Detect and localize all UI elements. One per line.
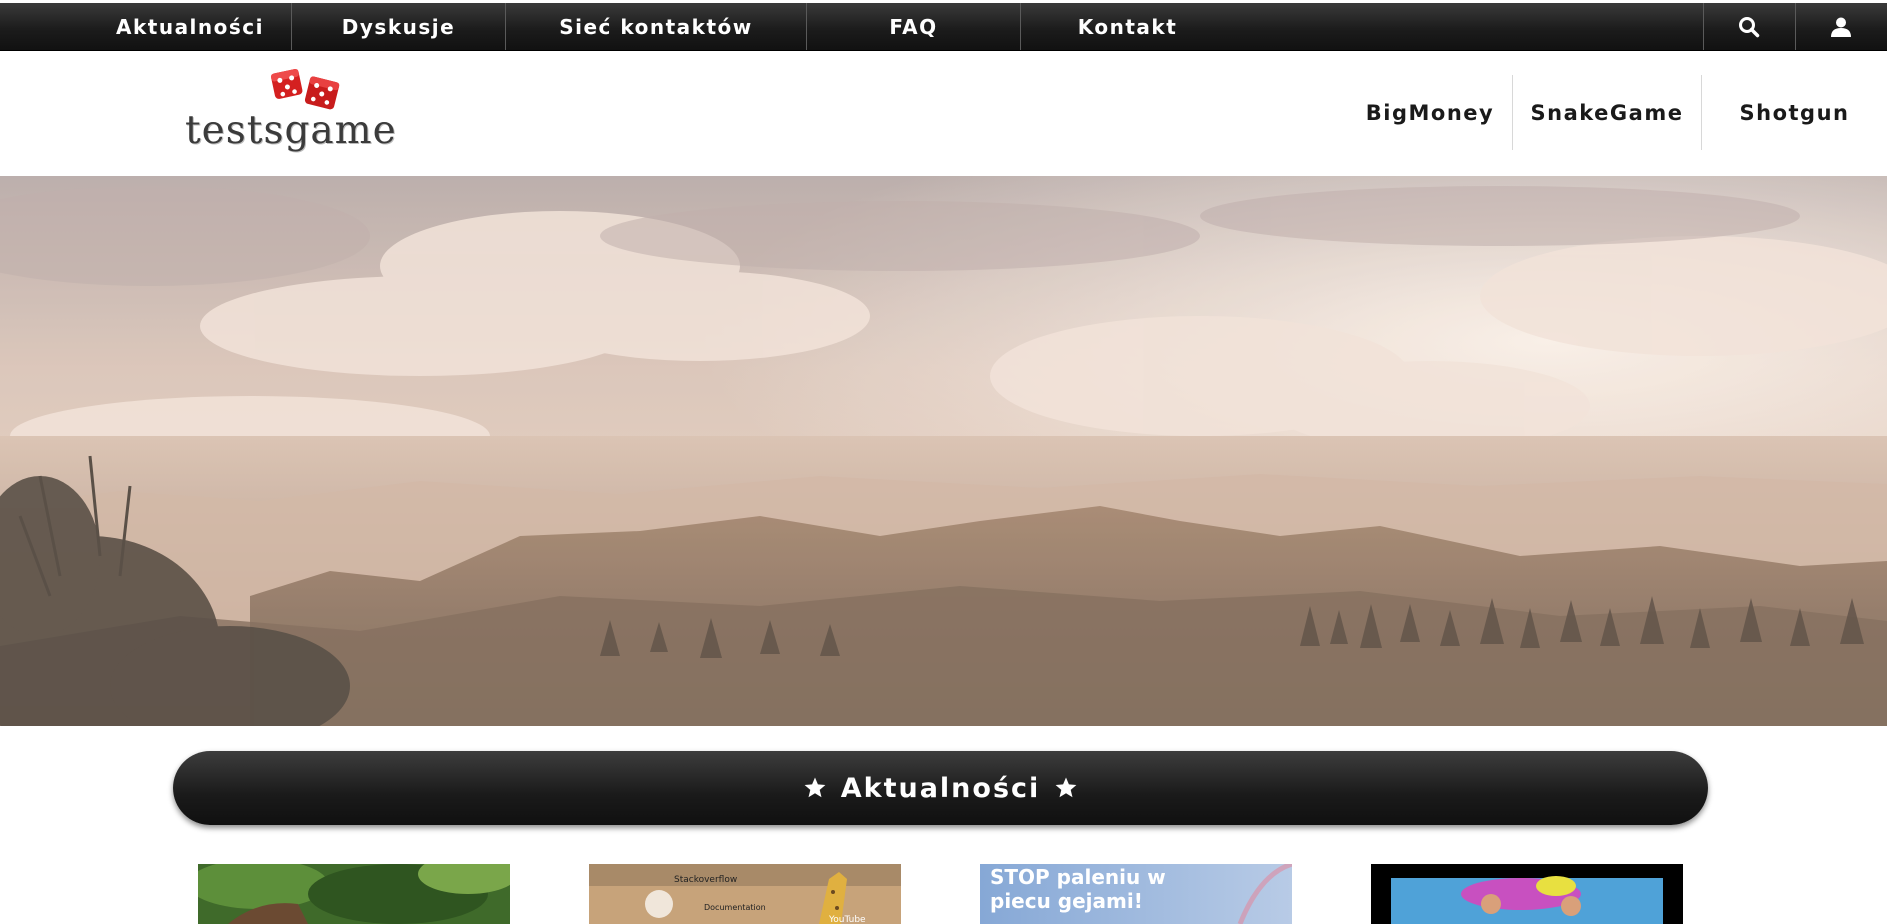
news-thumbnail-forest[interactable]	[198, 864, 510, 924]
stop-banner-line-2: piecu gejami!	[990, 889, 1143, 913]
user-button[interactable]	[1796, 3, 1886, 50]
search-icon	[1739, 16, 1760, 37]
news-thumbnail-stop-banner[interactable]: STOP paleniu w piecu gejami!	[980, 864, 1292, 924]
nav-item-faq[interactable]: FAQ	[807, 3, 1020, 50]
news-thumbnail-pool[interactable]	[1371, 864, 1683, 924]
star-icon	[804, 777, 826, 798]
news-thumbnail-cartoon[interactable]: Stackoverflow Documentation YouTube	[589, 864, 901, 924]
logo-text: testsgame	[185, 108, 397, 153]
hero-banner	[0, 176, 1887, 726]
top-nav-bar: Aktualności Dyskusje Sieć kontaktów FAQ …	[0, 3, 1887, 51]
user-icon	[1831, 17, 1851, 37]
cartoon-label: YouTube	[828, 915, 866, 924]
nav-item-aktualnosci[interactable]: Aktualności	[90, 3, 290, 50]
header-nav-bigmoney[interactable]: BigMoney	[1345, 75, 1515, 150]
dice-icon	[270, 68, 340, 110]
cartoon-label: Documentation	[704, 903, 766, 912]
header-nav-snakegame[interactable]: SnakeGame	[1513, 75, 1701, 150]
hero-landscape-image	[0, 176, 1887, 726]
search-button[interactable]	[1704, 3, 1794, 50]
nav-item-siec-kontaktow[interactable]: Sieć kontaktów	[506, 3, 806, 50]
cartoon-noahs-ark: Stackoverflow Documentation YouTube	[589, 864, 901, 924]
section-header-aktualnosci: Aktualności	[173, 751, 1708, 825]
site-logo[interactable]: testsgame	[185, 65, 425, 160]
star-icon	[1055, 777, 1077, 798]
cartoon-label: Stackoverflow	[674, 875, 737, 885]
nav-item-kontakt[interactable]: Kontakt	[1021, 3, 1234, 50]
pool-party-photo	[1371, 864, 1683, 924]
nav-item-dyskusje[interactable]: Dyskusje	[292, 3, 505, 50]
stop-banner: STOP paleniu w piecu gejami!	[980, 864, 1292, 924]
stop-banner-line-1: STOP paleniu w	[990, 865, 1166, 889]
section-title: Aktualności	[840, 772, 1041, 804]
header-nav-shotgun[interactable]: Shotgun	[1702, 75, 1887, 150]
forest-photo	[198, 864, 510, 924]
